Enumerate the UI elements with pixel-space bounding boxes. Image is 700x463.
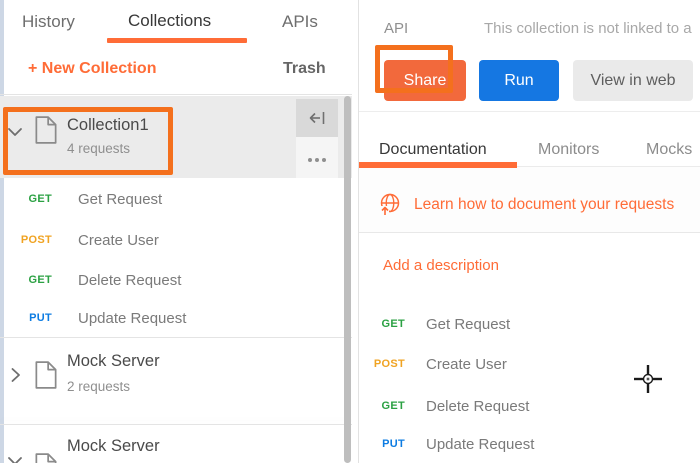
request-name: Create User (78, 232, 159, 249)
collection-options-button[interactable] (296, 137, 338, 178)
divider (0, 424, 352, 425)
request-name: Get Request (78, 191, 162, 208)
sidebar-tab-history[interactable]: History (22, 12, 75, 32)
method-badge: GET (20, 193, 52, 205)
doc-request-item[interactable]: PUT Update Request (359, 430, 700, 458)
doc-request-item[interactable]: POST Create User (359, 350, 700, 378)
tab-documentation[interactable]: Documentation (379, 141, 487, 159)
tab-monitors[interactable]: Monitors (538, 141, 599, 159)
collection-request-count: 4 requests (67, 141, 130, 156)
collection-folder-icon (33, 115, 59, 145)
folder-icon (33, 360, 59, 390)
sidebar-scrollbar[interactable] (344, 96, 351, 463)
run-button[interactable]: Run (479, 60, 559, 101)
collapse-arrow-icon (307, 109, 327, 127)
view-in-web-button[interactable]: View in web (573, 60, 693, 101)
method-badge: POST (20, 234, 52, 246)
api-label: API (384, 20, 408, 37)
share-button[interactable]: Share (384, 60, 466, 101)
request-name: Create User (426, 356, 507, 373)
request-name: Get Request (426, 316, 510, 333)
folder-name: Mock Server (67, 437, 160, 456)
api-link-status: This collection is not linked to a (484, 20, 692, 37)
request-name: Update Request (78, 310, 186, 327)
sidebar: History Collections APIs + New Collectio… (0, 0, 352, 463)
collapse-sidebar-button[interactable] (296, 99, 338, 137)
method-badge: GET (373, 318, 405, 330)
folder-request-count: 2 requests (67, 379, 130, 394)
add-description-link[interactable]: Add a description (383, 257, 499, 274)
three-dots-icon (307, 149, 328, 167)
folder-name: Mock Server (67, 352, 160, 371)
request-name: Update Request (426, 436, 534, 453)
sidebar-tab-apis[interactable]: APIs (282, 12, 318, 32)
divider (0, 337, 352, 338)
method-badge: POST (373, 358, 405, 370)
method-badge: GET (373, 400, 405, 412)
divider (0, 94, 352, 95)
new-collection-button[interactable]: + New Collection (28, 60, 156, 78)
main-panel: API This collection is not linked to a S… (358, 0, 700, 463)
collection-row[interactable]: Collection1 4 requests (0, 96, 352, 178)
request-name: Delete Request (426, 398, 529, 415)
method-badge: GET (20, 274, 52, 286)
active-tab-underline (107, 38, 247, 43)
chevron-down-icon[interactable] (7, 126, 23, 138)
trash-button[interactable]: Trash (283, 60, 326, 78)
learn-documentation-link[interactable]: Learn how to document your requests (414, 196, 674, 214)
request-name: Delete Request (78, 272, 181, 289)
request-item[interactable]: POST Create User (0, 226, 352, 254)
doc-request-item[interactable]: GET Delete Request (359, 392, 700, 420)
request-item[interactable]: GET Delete Request (0, 266, 352, 294)
divider (359, 111, 700, 112)
request-item[interactable]: PUT Update Request (0, 304, 352, 332)
method-badge: PUT (20, 312, 52, 324)
doc-request-item[interactable]: GET Get Request (359, 310, 700, 338)
tab-mocks[interactable]: Mocks (646, 141, 692, 159)
sidebar-tab-collections[interactable]: Collections (128, 11, 211, 31)
collection-name[interactable]: Collection1 (67, 116, 149, 135)
request-item[interactable]: GET Get Request (0, 185, 352, 213)
folder-icon (33, 452, 59, 463)
chevron-right-icon[interactable] (10, 367, 21, 383)
postman-window: History Collections APIs + New Collectio… (0, 0, 700, 463)
active-tab-underline (359, 162, 517, 168)
method-badge: PUT (373, 438, 405, 450)
documentation-banner: Learn how to document your requests (359, 167, 700, 233)
chevron-down-icon[interactable] (7, 455, 23, 463)
globe-publish-icon (378, 192, 402, 216)
